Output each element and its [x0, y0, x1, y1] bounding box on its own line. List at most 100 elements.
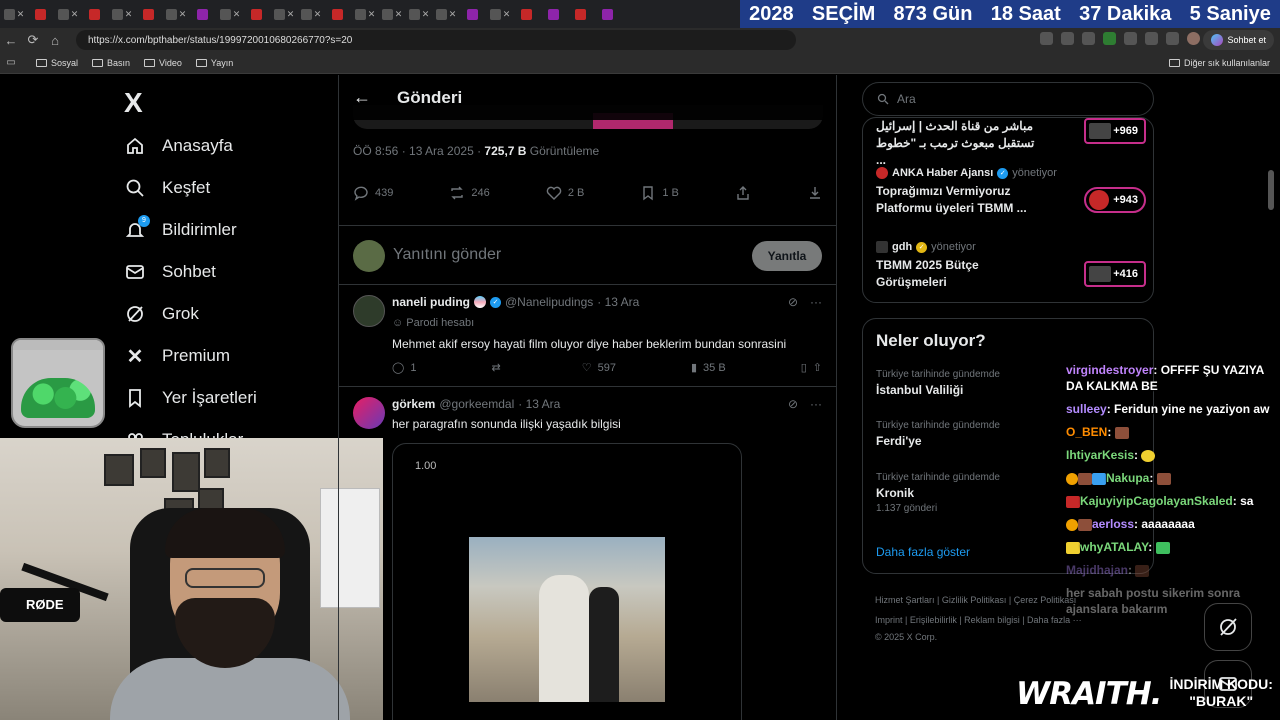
avatar[interactable]: [353, 397, 385, 429]
favorites-icon[interactable]: [1166, 32, 1179, 45]
reply-input[interactable]: Yanıtını gönder: [393, 246, 501, 264]
extension-icon[interactable]: [1145, 32, 1158, 45]
tweet-date[interactable]: · 13 Ara: [518, 397, 560, 411]
trend-title: İstanbul Valiliği: [876, 383, 964, 397]
copilot-chat-button[interactable]: Sohbet et: [1203, 30, 1274, 50]
tab[interactable]: [28, 4, 54, 24]
chat-message: Nakupa:: [1066, 470, 1280, 486]
bookmark-folder[interactable]: Basın: [92, 58, 130, 68]
extension-icon[interactable]: [1082, 32, 1095, 45]
tab[interactable]: ✕: [55, 4, 81, 24]
sidebar-item-notifications[interactable]: 9 Bildirimler: [124, 215, 237, 241]
repost-action[interactable]: ⇄: [491, 361, 506, 374]
tab[interactable]: [325, 4, 351, 24]
tab[interactable]: ✕: [406, 4, 432, 24]
live-listener-pill[interactable]: +969: [1084, 118, 1146, 144]
reply-tweet[interactable]: görkem @gorkeemdal · 13 Ara ⊘ ··· her pa…: [339, 387, 836, 720]
reply-action[interactable]: 439: [353, 185, 393, 201]
more-icon[interactable]: ···: [810, 295, 822, 309]
extension-icon[interactable]: [1124, 32, 1137, 45]
emote-icon: [1141, 449, 1156, 462]
bookmark-icon[interactable]: ▯: [801, 361, 807, 374]
tab[interactable]: ✕: [217, 4, 243, 24]
tab[interactable]: ✕: [487, 4, 513, 24]
tab[interactable]: [460, 4, 486, 24]
sidebar-item-chat[interactable]: Sohbet: [124, 261, 216, 283]
x-logo[interactable]: X: [124, 87, 143, 119]
tab[interactable]: [568, 4, 594, 24]
playback-speed[interactable]: 1.00: [415, 460, 436, 472]
like-action[interactable]: ♡ 597: [582, 361, 616, 375]
sidebar-item-home[interactable]: Anasayfa: [124, 135, 233, 157]
download-action[interactable]: [807, 185, 823, 201]
tab[interactable]: ✕: [109, 4, 135, 24]
author-handle[interactable]: @gorkeemdal: [439, 397, 514, 411]
tab[interactable]: [244, 4, 270, 24]
bookmark-folder[interactable]: Video: [144, 58, 182, 68]
home-icon[interactable]: ⌂: [44, 33, 66, 48]
sidebar-item-grok[interactable]: Grok: [124, 303, 199, 325]
profile-avatar-icon[interactable]: [1187, 32, 1200, 45]
bookmark-folder[interactable]: Sosyal: [36, 58, 78, 68]
sidebar-toggle-icon[interactable]: ▭: [0, 57, 22, 68]
like-action[interactable]: 2 B: [546, 185, 584, 201]
post-time[interactable]: ÖÖ 8:56 · 13 Ara 2025 ·: [353, 144, 484, 158]
tweet-date[interactable]: · 13 Ara: [597, 295, 639, 309]
grok-icon[interactable]: ⊘: [788, 295, 798, 309]
extension-icon[interactable]: [1061, 32, 1074, 45]
live-listener-pill[interactable]: +416: [1084, 261, 1146, 287]
extension-icon[interactable]: [1040, 32, 1053, 45]
tab[interactable]: ✕: [379, 4, 405, 24]
other-bookmarks[interactable]: Diğer sık kullanılanlar: [1168, 58, 1270, 68]
reply-action[interactable]: ◯ 1: [392, 361, 416, 375]
tab[interactable]: [82, 4, 108, 24]
tab[interactable]: [595, 4, 621, 24]
tab[interactable]: [136, 4, 162, 24]
reload-icon[interactable]: ⟳: [22, 32, 44, 48]
video-player[interactable]: 1.00: [392, 443, 742, 720]
tab[interactable]: ✕: [271, 4, 297, 24]
reply-button[interactable]: Yanıtla: [752, 241, 822, 271]
back-arrow-icon[interactable]: ←: [353, 87, 371, 108]
tab[interactable]: ✕: [298, 4, 324, 24]
trend-item[interactable]: Türkiye tarihinde gündemde Ferdi'ye: [876, 420, 1000, 448]
tab[interactable]: [514, 4, 540, 24]
avatar[interactable]: [353, 295, 385, 327]
microphone: RØDE: [0, 588, 80, 622]
more-icon[interactable]: ···: [810, 397, 822, 411]
trend-item[interactable]: Türkiye tarihinde gündemde İstanbul Vali…: [876, 369, 1000, 397]
scrollbar-thumb[interactable]: [1268, 170, 1274, 210]
live-item[interactable]: مباشر من قناة الحدث | إسرائيل تستقبل مبع…: [876, 118, 1146, 169]
extension-icon[interactable]: [1103, 32, 1116, 45]
repost-action[interactable]: 246: [449, 185, 490, 201]
bookmark-folder[interactable]: Yayın: [195, 58, 233, 68]
show-more-link[interactable]: Daha fazla göster: [876, 545, 970, 559]
author-name[interactable]: görkem: [392, 397, 435, 411]
tab[interactable]: ✕: [163, 4, 189, 24]
views-action[interactable]: ▮ 35 B: [691, 361, 726, 375]
tab[interactable]: [190, 4, 216, 24]
grok-icon[interactable]: ⊘: [788, 397, 798, 411]
tab[interactable]: ✕: [1, 4, 27, 24]
mic-brand: RØDE: [26, 597, 64, 612]
address-bar[interactable]: https://x.com/bpthaber/status/1999720010…: [76, 30, 796, 50]
search-input[interactable]: Ara: [862, 82, 1154, 116]
author-handle[interactable]: @Nanelipudings: [505, 295, 593, 309]
tab[interactable]: ✕: [352, 4, 378, 24]
share-action[interactable]: [735, 185, 751, 201]
trend-item[interactable]: Türkiye tarihinde gündemde Kronik 1.137 …: [876, 472, 1000, 514]
tab[interactable]: [541, 4, 567, 24]
live-listener-pill[interactable]: +943: [1084, 187, 1146, 213]
back-icon[interactable]: ←: [0, 33, 22, 48]
live-item[interactable]: gdh ✓ yönetiyor TBMM 2025 Bütçe Görüşmeler…: [876, 241, 1146, 291]
live-item[interactable]: ANKA Haber Ajansı ✓ yönetiyor Toprağımızı …: [876, 167, 1146, 217]
sidebar-item-bookmarks[interactable]: Yer İşaretleri: [124, 387, 257, 409]
author-name[interactable]: naneli puding: [392, 295, 470, 309]
sidebar-item-premium[interactable]: ✕ Premium: [124, 345, 230, 368]
reply-tweet[interactable]: naneli puding ✓ @Nanelipudings · 13 Ara …: [339, 285, 836, 387]
sidebar-item-explore[interactable]: Keşfet: [124, 177, 210, 199]
tab[interactable]: ✕: [433, 4, 459, 24]
bookmark-action[interactable]: 1 B: [640, 185, 679, 201]
share-icon[interactable]: ⇧: [813, 361, 822, 374]
grok-floating-button[interactable]: [1204, 603, 1252, 651]
